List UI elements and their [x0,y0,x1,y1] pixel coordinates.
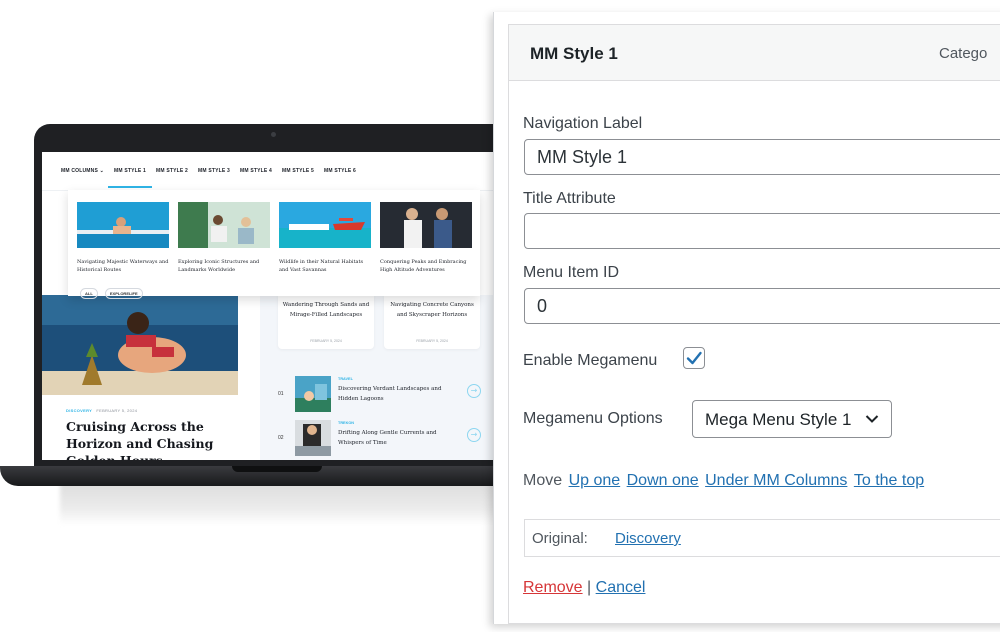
arrow-right-icon[interactable]: → [467,384,481,398]
list-number: 02 [278,435,284,441]
hero-category[interactable]: DISCOVERY [66,408,92,413]
title-attribute-label: Title Attribute [523,190,616,207]
mega-card[interactable]: Exploring Iconic Structures and Landmark… [178,202,270,274]
list-title[interactable]: Discovering Verdant Landscapes and Hidde… [338,385,458,404]
nav-item-mm-style-6[interactable]: MM STYLE 6 [324,168,356,174]
right-column: Wandering Through Sands and Mirage-Fille… [260,295,506,460]
list-category[interactable]: TRAVEL [338,377,353,381]
mega-card-title[interactable]: Wildlife in their Natural Habitats and V… [279,258,371,274]
title-attribute-input[interactable] [524,213,1000,249]
mega-card-image[interactable] [380,202,472,248]
item-actions: Remove | Cancel [523,579,645,597]
remove-link[interactable]: Remove [523,579,583,596]
menu-item-id-input[interactable] [524,288,1000,324]
mega-menu-dropdown: Navigating Majestic Waterways and Histor… [68,190,480,299]
mega-card-image[interactable] [178,202,270,248]
megamenu-options-select[interactable]: Mega Menu Style 1 [692,400,892,438]
mega-card[interactable]: Wildlife in their Natural Habitats and V… [279,202,371,274]
nav-item-mm-style-1[interactable]: MM STYLE 1 [107,168,153,188]
move-under-link[interactable]: Under MM Columns [705,472,847,489]
move-links: Move Up one Down one Under MM Columns To… [523,472,924,490]
move-to-top-link[interactable]: To the top [854,472,924,489]
site-navigation: MM COLUMNS ⌄ MM STYLE 1 MM STYLE 2 MM ST… [42,152,506,191]
mega-card-title[interactable]: Conquering Peaks and Embracing High Alti… [380,258,472,274]
nav-item-mm-style-2[interactable]: MM STYLE 2 [156,168,188,174]
mega-card[interactable]: Navigating Majestic Waterways and Histor… [77,202,169,274]
nav-item-mm-style-5[interactable]: MM STYLE 5 [282,168,314,174]
megamenu-options-value: Mega Menu Style 1 [705,410,852,429]
cancel-link[interactable]: Cancel [596,579,646,596]
menu-item-settings-panel: MM Style 1 Catego Navigation Label Title… [493,12,1000,624]
menu-item-header[interactable]: MM Style 1 Catego [509,25,1000,81]
mega-card-title[interactable]: Exploring Iconic Structures and Landmark… [178,258,270,274]
megamenu-options-label: Megamenu Options [523,410,663,427]
enable-megamenu-label: Enable Megamenu [523,352,658,369]
mini-card[interactable]: Wandering Through Sands and Mirage-Fille… [278,295,374,349]
list-item[interactable]: 01 TRAVEL Discovering Verdant Landscapes… [278,376,488,414]
checkmark-icon [686,351,702,365]
list-thumbnail[interactable] [295,420,331,456]
website-preview: DISCOVERY FEBRUARY 5, 2024 Cruising Acro… [42,152,506,460]
camera-dot [271,132,276,137]
mega-card-image[interactable] [279,202,371,248]
navigation-label-input[interactable] [524,139,1000,175]
menu-item-type: Catego [939,45,988,62]
hero-title[interactable]: Cruising Across the Horizon and Chasing … [66,418,256,460]
menu-item-box: MM Style 1 Catego Navigation Label Title… [508,24,1000,624]
mini-card-title[interactable]: Wandering Through Sands and Mirage-Fille… [282,301,370,320]
nav-item-mm-columns[interactable]: MM COLUMNS ⌄ [61,168,104,174]
move-label: Move [523,472,563,489]
original-link[interactable]: Discovery [615,530,681,547]
enable-megamenu-checkbox[interactable] [683,347,705,369]
menu-item-title: MM Style 1 [530,44,618,63]
separator: | [587,579,592,596]
navigation-label-label: Navigation Label [523,115,643,132]
mini-card-date: FEBRUARY 5, 2024 [416,339,448,343]
mega-card-title[interactable]: Navigating Majestic Waterways and Histor… [77,258,169,274]
mini-card-date: FEBRUARY 5, 2024 [310,339,342,343]
nav-item-mm-style-3[interactable]: MM STYLE 3 [198,168,230,174]
tag-filters: ALL EXPLORELIFE [80,280,145,299]
original-box: Original: Discovery [524,519,1000,557]
list-title[interactable]: Drifting Along Gentle Currents and Whisp… [338,429,458,448]
list-category[interactable]: TREKON [338,421,354,425]
mini-card-title[interactable]: Navigating Concrete Canyons and Skyscrap… [388,301,476,320]
list-number: 01 [278,391,284,397]
list-item[interactable]: 02 TREKON Drifting Along Gentle Currents… [278,420,488,458]
hero-meta: DISCOVERY FEBRUARY 5, 2024 [66,408,137,413]
chevron-down-icon: ⌄ [99,168,104,174]
menu-item-id-label: Menu Item ID [523,264,620,281]
arrow-right-icon[interactable]: → [467,428,481,442]
original-label: Original: [532,530,588,547]
hero-image [42,295,238,395]
list-thumbnail[interactable] [295,376,331,412]
move-up-one-link[interactable]: Up one [569,472,621,489]
chevron-down-icon [865,415,879,423]
hero-date: FEBRUARY 5, 2024 [96,408,138,413]
move-down-one-link[interactable]: Down one [627,472,699,489]
mega-card-image[interactable] [77,202,169,248]
tag-all[interactable]: ALL [80,288,98,299]
mega-card[interactable]: Conquering Peaks and Embracing High Alti… [380,202,472,274]
tag-explorelife[interactable]: EXPLORELIFE [104,288,143,299]
mini-card[interactable]: Navigating Concrete Canyons and Skyscrap… [384,295,480,349]
laptop-base [0,466,555,486]
nav-item-mm-style-4[interactable]: MM STYLE 4 [240,168,272,174]
